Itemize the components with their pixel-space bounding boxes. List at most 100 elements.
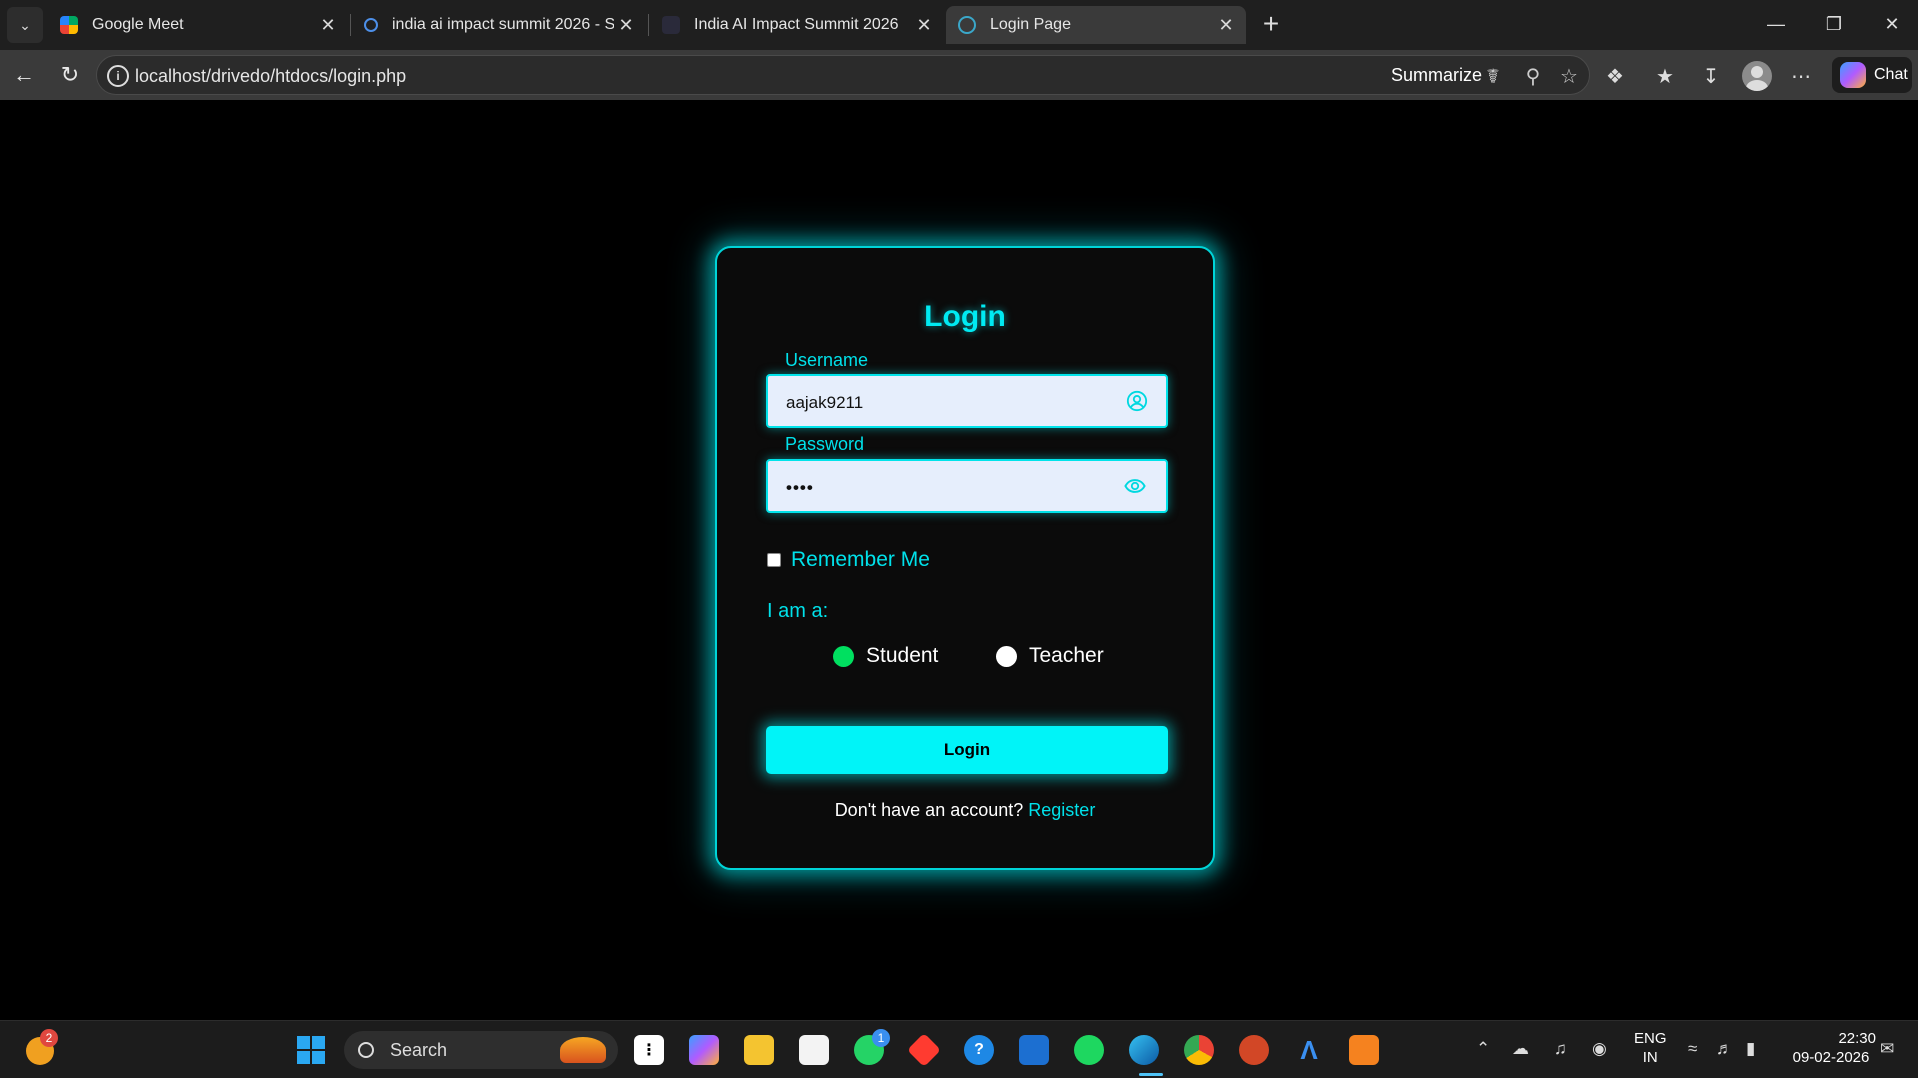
chat-label: Chat — [1874, 66, 1908, 83]
download-icon[interactable]: ↧ — [1698, 63, 1724, 89]
extensions-icon[interactable]: ❖ — [1602, 63, 1628, 89]
copilot-chat-button[interactable]: Chat — [1832, 57, 1912, 93]
capcut-icon[interactable]: ⋮ — [634, 1035, 664, 1065]
anydesk-icon[interactable] — [907, 1033, 941, 1067]
copilot-app-icon[interactable] — [689, 1035, 719, 1065]
minimize-icon[interactable]: — — [1756, 8, 1796, 40]
start-windows-icon[interactable] — [296, 1035, 326, 1065]
copilot-icon — [1840, 62, 1866, 88]
language-code: ENG — [1634, 1030, 1667, 1047]
restore-icon[interactable]: ❐ — [1814, 8, 1854, 40]
radio-student-dot[interactable] — [833, 645, 854, 667]
tab-divider — [648, 14, 649, 36]
clock[interactable]: 22:30 09-02-2026 — [1786, 1029, 1876, 1067]
address-bar[interactable]: i localhost/drivedo/htdocs/login.php Sum… — [96, 55, 1590, 95]
favorite-star-icon[interactable]: ☆ — [1557, 64, 1581, 88]
password-input[interactable]: •••• — [766, 459, 1168, 513]
windows-logo-icon — [297, 1036, 325, 1064]
clock-date: 09-02-2026 — [1792, 1049, 1870, 1066]
site-info-icon[interactable]: i — [107, 65, 129, 87]
spotify-icon[interactable] — [1074, 1035, 1104, 1065]
tab-login-page[interactable]: Login Page ✕ — [946, 6, 1246, 44]
radio-teacher-label[interactable]: Teacher — [1029, 644, 1104, 668]
login-heading: Login — [924, 300, 1006, 333]
tab-actions-chevron-icon[interactable]: ⌄ — [7, 7, 43, 43]
chrome-icon[interactable] — [1184, 1035, 1214, 1065]
tab-title: india ai impact summit 2026 - Sear — [392, 16, 614, 33]
register-prompt: Don't have an account? Register — [717, 800, 1213, 821]
key-icon[interactable]: ⚲ — [1521, 64, 1545, 88]
profile-avatar[interactable] — [1742, 61, 1772, 91]
wifi-icon[interactable]: ≈ — [1688, 1039, 1697, 1059]
active-app-indicator — [1139, 1073, 1163, 1076]
username-value: aajak9211 — [786, 393, 864, 412]
favorites-icon[interactable]: ★ — [1652, 63, 1678, 89]
help-icon[interactable]: ? — [964, 1035, 994, 1065]
xampp-icon[interactable] — [1349, 1035, 1379, 1065]
radio-teacher[interactable]: Teacher — [996, 644, 1104, 668]
summarize-icon[interactable]: ☤ — [1481, 64, 1505, 88]
close-tab-icon[interactable]: ✕ — [1214, 13, 1238, 37]
onedrive-icon[interactable]: ☁ — [1512, 1039, 1529, 1059]
microphone-icon[interactable]: ♫ — [1554, 1039, 1567, 1059]
outlook-icon[interactable] — [1019, 1035, 1049, 1065]
close-window-icon[interactable]: ✕ — [1872, 8, 1912, 40]
tab-strip: ⌄ Google Meet ✕ india ai impact summit 2… — [0, 0, 1918, 50]
tab-india-ai-summit[interactable]: India AI Impact Summit 2026 ✕ — [650, 6, 944, 44]
radio-teacher-dot[interactable] — [996, 645, 1017, 667]
summarize-button[interactable]: Summarize — [1391, 65, 1482, 86]
arc-app-icon[interactable]: Λ — [1294, 1035, 1324, 1065]
tab-title: India AI Impact Summit 2026 — [694, 16, 899, 33]
login-button[interactable]: Login — [766, 726, 1168, 774]
no-account-text: Don't have an account? — [834, 800, 1024, 820]
register-link[interactable]: Register — [1028, 800, 1095, 820]
radio-student-label[interactable]: Student — [866, 644, 938, 668]
close-tab-icon[interactable]: ✕ — [614, 13, 638, 37]
remember-me-label[interactable]: Remember Me — [791, 548, 930, 572]
windows-taskbar: 2 Search ⋮ 1 ? Λ ⌃ ☁ ♫ ◉ ENG IN ≈ ♬ ▮ 22… — [0, 1020, 1918, 1078]
page-viewport: Login Username aajak9211 Password •••• R… — [5, 100, 1915, 1016]
taskbar-search-label: Search — [390, 1039, 448, 1060]
close-tab-icon[interactable]: ✕ — [316, 13, 340, 37]
edge-icon[interactable] — [1129, 1035, 1159, 1065]
eye-icon[interactable] — [1122, 475, 1148, 497]
username-label: Username — [785, 350, 869, 370]
search-highlight-icon — [560, 1037, 606, 1063]
username-input[interactable]: aajak9211 — [766, 374, 1168, 428]
back-arrow-icon[interactable]: ← — [8, 59, 40, 91]
close-tab-icon[interactable]: ✕ — [912, 13, 936, 37]
file-explorer-icon[interactable] — [744, 1035, 774, 1065]
language-indicator[interactable]: ENG IN — [1634, 1029, 1667, 1067]
search-icon — [364, 18, 378, 32]
battery-icon[interactable]: ▮ — [1746, 1039, 1755, 1059]
remember-me-row[interactable]: Remember Me — [767, 548, 930, 572]
taskbar-search-box[interactable]: Search — [344, 1031, 618, 1069]
clock-time: 22:30 — [1838, 1030, 1876, 1047]
tab-search-results[interactable]: india ai impact summit 2026 - Sear ✕ — [352, 6, 646, 44]
password-label: Password — [785, 434, 865, 454]
globe-icon — [958, 16, 976, 34]
radio-student[interactable]: Student — [833, 644, 938, 668]
remember-me-checkbox[interactable] — [767, 553, 781, 567]
tab-title: Login Page — [990, 16, 1071, 33]
user-circle-icon — [1126, 390, 1148, 412]
new-tab-icon[interactable]: + — [1256, 10, 1286, 40]
whatsapp-badge: 1 — [872, 1029, 890, 1047]
location-icon[interactable]: ◉ — [1592, 1039, 1607, 1059]
url-text[interactable]: localhost/drivedo/htdocs/login.php — [135, 66, 406, 87]
refresh-icon[interactable]: ↻ — [54, 59, 86, 91]
more-menu-icon[interactable]: ⋯ — [1788, 63, 1814, 89]
role-prompt: I am a: — [767, 600, 829, 622]
password-value: •••• — [786, 478, 814, 497]
weather-badge: 2 — [40, 1029, 58, 1047]
microsoft-store-icon[interactable] — [799, 1035, 829, 1065]
google-meet-icon — [60, 16, 78, 34]
volume-icon[interactable]: ♬ — [1716, 1039, 1733, 1059]
notifications-icon[interactable]: ✉ — [1880, 1039, 1894, 1059]
show-hidden-icons-chevron-icon[interactable]: ⌃ — [1476, 1039, 1490, 1059]
login-card: Login Username aajak9211 Password •••• R… — [715, 246, 1215, 870]
tab-google-meet[interactable]: Google Meet ✕ — [48, 6, 348, 44]
tab-divider — [350, 14, 351, 36]
search-icon — [358, 1042, 374, 1058]
powerpoint-icon[interactable] — [1239, 1035, 1269, 1065]
